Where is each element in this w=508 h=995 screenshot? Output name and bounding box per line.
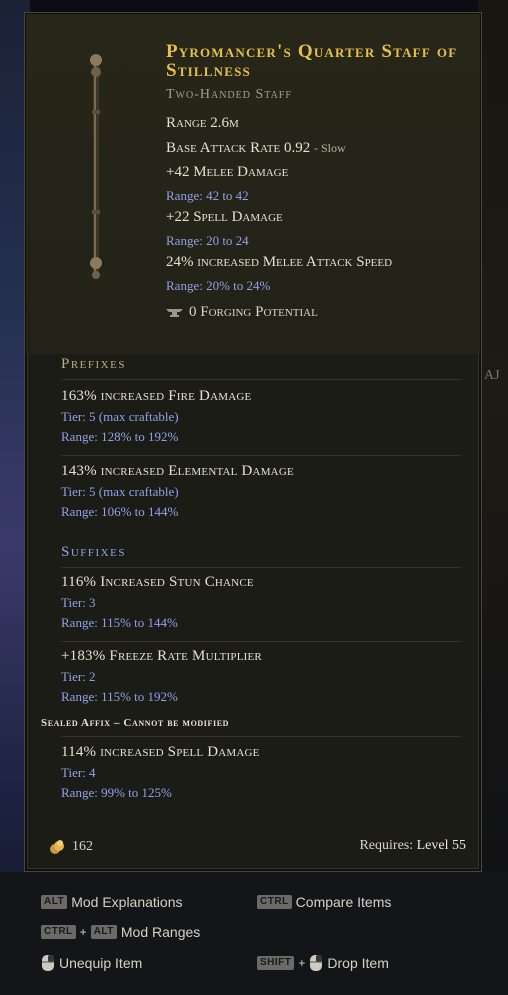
affix-tier: Tier: 4	[61, 765, 96, 780]
affix-tier: Tier: 2	[61, 669, 96, 684]
affix-range: Range: 115% to 192%	[61, 689, 178, 704]
stat-spell-damage-range: Range: 20 to 24	[166, 233, 249, 248]
staff-icon	[90, 54, 102, 279]
affix-tier: Tier: 3	[61, 595, 96, 610]
affix-tier: Tier: 5 (max craftable)	[61, 409, 179, 424]
affix-range: Range: 106% to 144%	[61, 504, 179, 519]
item-value-amount: 162	[72, 839, 93, 854]
hint-label: Mod Ranges	[120, 924, 201, 940]
hint-label: Compare Items	[295, 894, 392, 910]
divider	[61, 379, 461, 380]
hint-unequip-item: Unequip Item	[41, 954, 142, 972]
stat-spell-damage: +22 Spell Damage	[166, 209, 283, 225]
divider	[61, 641, 461, 642]
requires-level: Level 55	[416, 838, 466, 853]
mouse-right-click-icon	[310, 955, 323, 971]
divider	[61, 567, 461, 568]
forging-potential: 0 Forging Potential	[166, 304, 318, 321]
gold-icon	[50, 840, 64, 854]
suffix-affix[interactable]: 116% Increased Stun Chance Tier: 3 Range…	[61, 574, 461, 631]
affix-name: +183% Freeze Rate Multiplier	[61, 648, 262, 664]
affix-name: 114% increased Spell Damage	[61, 744, 260, 760]
sealed-affix[interactable]: 114% increased Spell Damage Tier: 4 Rang…	[61, 744, 461, 801]
affix-range: Range: 99% to 125%	[61, 785, 172, 800]
stat-melee-attack-speed: 24% increased Melee Attack Speed	[166, 254, 393, 270]
level-requirement: Requires: Level 55	[359, 838, 466, 854]
affix-name: 116% Increased Stun Chance	[61, 574, 254, 590]
hint-compare-items: CTRL Compare Items	[257, 894, 391, 910]
hint-drop-item: SHIFT + Drop Item	[257, 954, 389, 972]
hint-label: Unequip Item	[59, 955, 143, 971]
stat-range: Range 2.6m	[166, 115, 239, 131]
background-right: AJ	[478, 0, 508, 995]
anvil-icon	[166, 309, 183, 318]
divider	[61, 455, 461, 456]
affix-name: 163% increased Fire Damage	[61, 388, 252, 404]
stat-melee-damage-range: Range: 42 to 42	[166, 188, 249, 203]
suffixes-header: Suffixes	[61, 544, 126, 560]
stat-attack-rate: Base Attack Rate 0.92 - Slow	[166, 140, 346, 157]
stat-melee-damage: +42 Melee Damage	[166, 164, 289, 180]
prefixes-header: Prefixes	[61, 356, 126, 372]
alt-key: ALT	[41, 895, 68, 909]
affix-range: Range: 128% to 192%	[61, 429, 179, 444]
affix-range: Range: 115% to 144%	[61, 615, 178, 630]
requires-label: Requires:	[359, 838, 414, 853]
stat-melee-attack-speed-range: Range: 20% to 24%	[166, 278, 271, 293]
item-name: Pyromancer's Quarter Staff of Stillness	[166, 41, 458, 81]
prefix-affix[interactable]: 143% increased Elemental Damage Tier: 5 …	[61, 463, 461, 520]
sealed-affix-label: Sealed Affix – Cannot be modified	[41, 717, 230, 729]
affix-name: 143% increased Elemental Damage	[61, 463, 294, 479]
ctrl-key: CTRL	[257, 895, 292, 909]
item-value: 162	[48, 838, 93, 856]
plus-icon: +	[298, 956, 306, 970]
prefix-affix[interactable]: 163% increased Fire Damage Tier: 5 (max …	[61, 388, 461, 445]
hint-label: Mod Explanations	[71, 894, 183, 910]
stat-attack-rate-value: Base Attack Rate 0.92	[166, 140, 311, 156]
mouse-right-click-icon	[42, 955, 54, 971]
hint-label: Drop Item	[327, 955, 389, 971]
item-type: Two-Handed Staff	[166, 87, 292, 102]
hint-mod-explanations: ALT Mod Explanations	[41, 894, 183, 910]
ctrl-key: CTRL	[41, 925, 76, 939]
stat-attack-rate-note: - Slow	[314, 141, 346, 155]
plus-icon: +	[79, 925, 87, 939]
forging-potential-text: 0 Forging Potential	[189, 304, 318, 320]
divider	[61, 736, 461, 737]
affix-tier: Tier: 5 (max craftable)	[61, 484, 179, 499]
shift-key: SHIFT	[257, 956, 295, 970]
hint-mod-ranges: CTRL + ALT Mod Ranges	[41, 924, 200, 940]
suffix-affix[interactable]: +183% Freeze Rate Multiplier Tier: 2 Ran…	[61, 648, 461, 705]
alt-key: ALT	[90, 925, 117, 939]
side-text: AJ	[484, 368, 500, 383]
